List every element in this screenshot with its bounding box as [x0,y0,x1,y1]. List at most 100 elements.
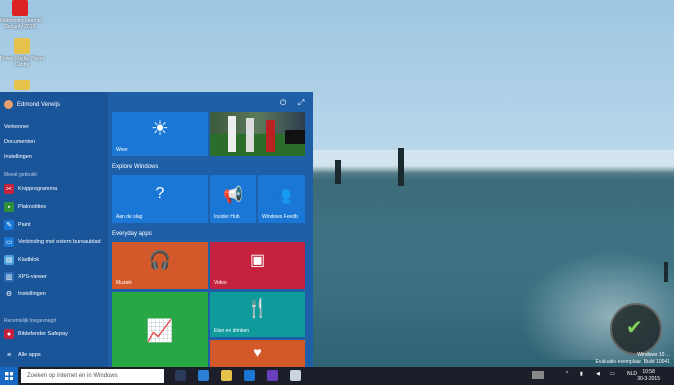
app-kladblok[interactable]: ▤ Kladblok [4,255,39,265]
app-label: Kladblok [18,257,40,263]
app-xps-viewer[interactable]: ▥ XPS-viewer [4,272,47,282]
search-input[interactable]: Zoeken op internet en in Windows [21,369,164,383]
player-figure [246,118,254,152]
file-explorer-icon[interactable] [221,370,232,381]
tile-video[interactable]: ▣ Video [210,242,305,289]
video-icon: ▣ [249,252,266,269]
desktop-icon-bitdefender[interactable]: Bitdefender Internet Security 2015 [0,0,50,30]
most-used-heading: Meest gebruikt [4,172,37,178]
tile-label: Windows Feedb [262,214,298,220]
group-explore-windows: Explore Windows [112,164,159,170]
tile-windows-feedback[interactable]: 👥 Windows Feedb [258,175,305,223]
power-icon[interactable]: ⏻ [280,98,286,108]
remote-desktop-icon: ▭ [4,237,14,247]
tile-health[interactable]: ♥ [210,340,305,367]
sun-icon: ☀ [151,118,169,140]
message-icon[interactable]: ▭ [610,371,615,377]
tile-muziek[interactable]: 🎧 Muziek [112,242,208,289]
tile-label: Video [214,280,227,286]
clock-time: 10:58 [642,369,655,375]
chart-icon: 📈 [146,318,174,343]
app-plaknotities[interactable]: ▪ Plaknotities [4,202,46,212]
paint-icon: ✎ [4,220,14,230]
list-icon: ≡ [6,351,12,359]
app-label: Verbinding met extern bureaublad [18,239,101,245]
ad-board [285,130,305,144]
tile-insider-hub[interactable]: 📢 Insider Hub [210,175,256,223]
desktop-icon-folder[interactable] [0,80,52,92]
safepay-icon: ● [4,329,14,339]
watermark-line1: Windows 10 ... [637,352,670,358]
tile-label: Insider Hub [214,214,240,220]
link-verkenner[interactable]: Verkenner [4,124,29,130]
all-apps-label: Alle apps [18,352,41,358]
player-figure [266,120,275,152]
expand-icon[interactable]: ⤢ [298,98,304,108]
app-bitdefender-safepay[interactable]: ● Bitdefender Safepay [4,329,68,339]
bitdefender-icon [12,0,28,16]
link-documenten[interactable]: Documenten [4,139,35,145]
volume-icon[interactable]: ◀ [596,371,600,377]
tile-label: Weer [116,147,128,153]
tile-aan-de-slag[interactable]: ? Aan de slag [112,175,208,223]
app-label: Bitdefender Safepay [18,331,68,337]
edge-icon[interactable] [198,370,209,381]
tile-sport-news[interactable] [210,112,305,156]
mooring-post [335,160,341,184]
snipping-tool-icon: ✂ [4,184,14,194]
language-indicator[interactable]: NLD [627,371,637,377]
app-label: Plaknotities [18,204,47,210]
player-figure [228,116,236,152]
desktop-icon-label: Bitdefender Internet Security 2015 [0,18,42,30]
group-everyday-apps: Everyday apps [112,231,152,237]
check-badge: ✔ [610,303,662,355]
keyboard-icon[interactable] [532,371,544,379]
utensils-icon: 🍴 [246,298,269,318]
task-view-icon[interactable] [175,370,186,381]
user-name: Edmond Verwijs [17,101,61,108]
app-instellingen[interactable]: ⚙ Instellingen [4,289,46,299]
headphones-icon: 🎧 [148,250,172,270]
app-label: Instellingen [18,291,46,297]
tile-weer[interactable]: ☀ Weer [112,112,208,156]
folder-icon [14,80,30,90]
mooring-post [398,148,404,186]
tile-label: Aan de slag [116,214,143,220]
windows-logo-icon [5,372,13,380]
network-icon[interactable]: ▮ [580,371,583,377]
clock-date: 30-3-2015 [637,376,660,382]
gear-icon: ⚙ [4,289,14,299]
user-account[interactable]: Edmond Verwijs [4,100,60,109]
link-instellingen[interactable]: Instellingen [4,154,32,160]
tile-eten-en-drinken[interactable]: 🍴 Eten en drinken [210,292,305,337]
media-player-icon [14,38,30,54]
heart-icon: ♥ [253,344,262,360]
xps-viewer-icon: ▥ [4,272,14,282]
sticky-notes-icon: ▪ [4,202,14,212]
clock[interactable]: 10:58 30-3-2015 [637,369,660,383]
start-left-column: Edmond Verwijs Verkenner Documenten Inst… [0,92,108,367]
tile-label: Muziek [116,280,132,286]
paint-taskbar-icon[interactable] [290,370,301,381]
chevron-up-icon[interactable]: ^ [566,371,568,377]
recently-added-heading: Recentelijk toegevoegd [4,318,56,324]
app-paint[interactable]: ✎ Paint [4,220,31,230]
lightbulb-icon: ? [155,185,165,202]
feedback-icon: 👥 [271,187,292,204]
app-knipprogramma[interactable]: ✂ Knipprogramma [4,184,57,194]
store-icon[interactable] [244,370,255,381]
horizon-haze [313,150,674,180]
tile-finance[interactable]: 📈 [112,292,208,367]
app-label: Paint [18,222,31,228]
app-remote-desktop[interactable]: ▭ Verbinding met extern bureaublad [4,237,101,247]
start-menu: Edmond Verwijs Verkenner Documenten Inst… [0,92,313,367]
all-apps-button[interactable]: ≡ Alle apps [4,350,41,360]
mooring-post [664,262,668,282]
desktop-icon-label: Power Media Player Centre [0,56,45,68]
media-player-taskbar-icon[interactable] [267,370,278,381]
start-button[interactable] [0,367,18,385]
app-label: XPS-viewer [18,274,47,280]
checkmark-icon: ✔ [626,315,643,339]
watermark-line2: Evaluatie-exemplaar. Build 10041 [595,359,671,365]
desktop-icon-media-player[interactable]: Power Media Player Centre [0,38,52,68]
